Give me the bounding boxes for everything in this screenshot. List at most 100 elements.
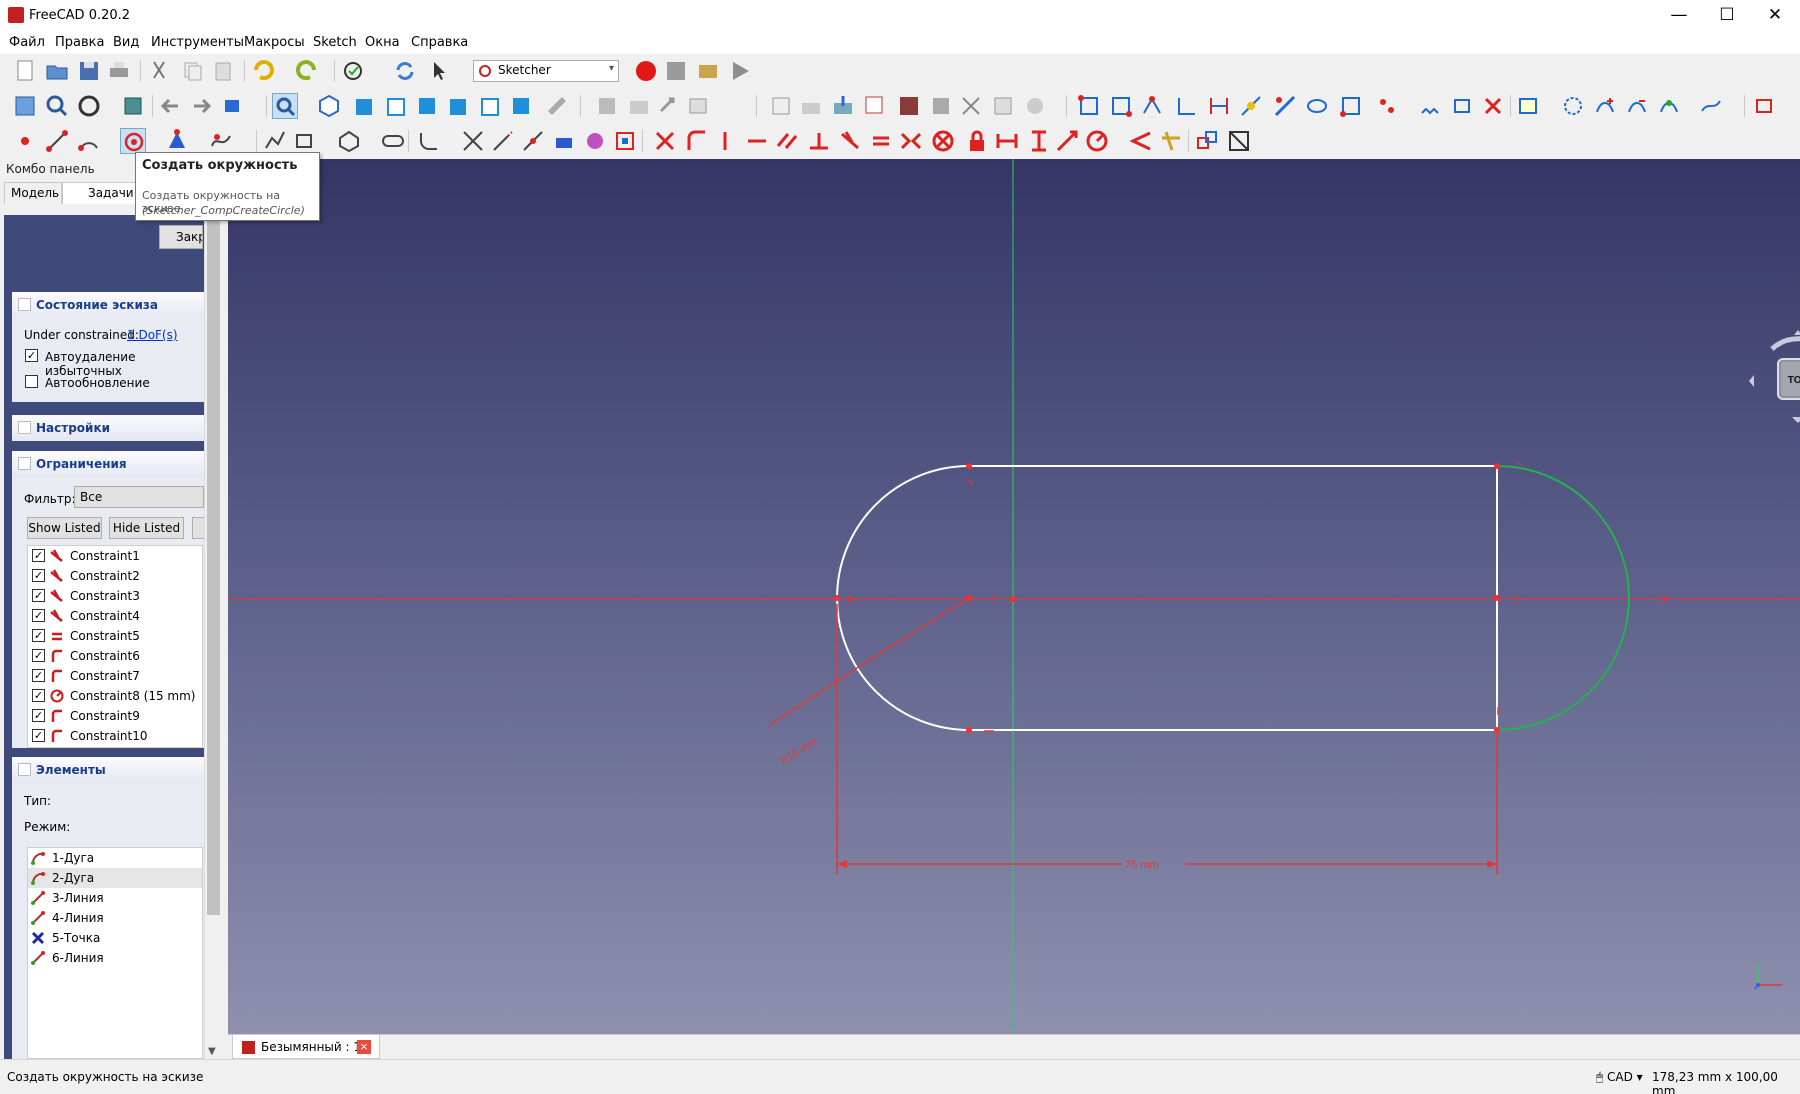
- create-conic-icon[interactable]: [164, 128, 190, 154]
- mirror-sketch-icon[interactable]: [990, 93, 1016, 119]
- menu-help[interactable]: Справка: [411, 35, 468, 50]
- auto-update-checkbox[interactable]: [25, 375, 38, 388]
- carbon-copy-icon[interactable]: [582, 128, 608, 154]
- sketch-stack-icon[interactable]: [1022, 93, 1048, 119]
- create-point-icon[interactable]: [12, 128, 38, 154]
- settings-header[interactable]: Настройки: [12, 415, 204, 441]
- fit-all-icon[interactable]: [12, 93, 38, 119]
- vertical-constraint-icon[interactable]: [712, 128, 738, 154]
- create-polyline-icon[interactable]: [262, 128, 288, 154]
- sketch-new-icon[interactable]: [768, 93, 794, 119]
- delete-all-constraints-icon[interactable]: [1480, 93, 1506, 119]
- join-curves-icon[interactable]: [1698, 93, 1724, 119]
- constraint-item[interactable]: ✓ Constraint3: [28, 586, 202, 606]
- redo-icon[interactable]: [294, 58, 320, 84]
- create-bspline-icon[interactable]: [208, 128, 234, 154]
- sketch-reorient-icon[interactable]: [896, 93, 922, 119]
- refresh-check-icon[interactable]: [340, 58, 366, 84]
- draw-style-icon[interactable]: [76, 93, 102, 119]
- split-edge-icon[interactable]: [520, 128, 546, 154]
- perpendicular-constraint-icon[interactable]: [806, 128, 832, 154]
- rectangular-array-icon[interactable]: [1418, 93, 1444, 119]
- decrease-degree-icon[interactable]: [1624, 93, 1650, 119]
- menu-tools[interactable]: Инструменты: [151, 35, 244, 50]
- select-vertical-icon[interactable]: [1140, 93, 1166, 119]
- increase-knot-icon[interactable]: [1656, 93, 1682, 119]
- virtual-space-icon[interactable]: [1752, 93, 1778, 119]
- back-icon[interactable]: [158, 93, 184, 119]
- element-item[interactable]: 6-Линия: [28, 948, 202, 968]
- sketch-state-header[interactable]: Состояние эскиза: [12, 292, 204, 318]
- constraint-item[interactable]: ✓ Constraint9: [28, 706, 202, 726]
- close-tab-icon[interactable]: ×: [357, 1040, 371, 1054]
- toggle-active-icon[interactable]: [1226, 128, 1252, 154]
- elements-header[interactable]: Элементы: [12, 757, 204, 783]
- close-window-button[interactable]: ✕: [1755, 4, 1795, 28]
- trim-edge-icon[interactable]: [460, 128, 486, 154]
- filter-select[interactable]: Все: [74, 486, 204, 508]
- print-icon[interactable]: [106, 58, 132, 84]
- show-listed-button[interactable]: Show Listed: [27, 517, 102, 539]
- group-icon[interactable]: [626, 93, 652, 119]
- parallel-constraint-icon[interactable]: [774, 128, 800, 154]
- navigation-cube[interactable]: TOP: [1748, 327, 1800, 437]
- symmetric-constraint-icon[interactable]: [898, 128, 924, 154]
- sketch-map-icon[interactable]: [862, 93, 888, 119]
- paste-icon[interactable]: [210, 58, 236, 84]
- create-rectangle-icon[interactable]: [292, 128, 318, 154]
- open-folder-icon[interactable]: [44, 58, 70, 84]
- constraint-checkbox[interactable]: ✓: [32, 629, 45, 642]
- bounding-box-icon[interactable]: [120, 93, 146, 119]
- arrow-up-icon[interactable]: [1794, 330, 1800, 335]
- menu-view[interactable]: Вид: [113, 35, 139, 50]
- menu-file[interactable]: Файл: [9, 35, 45, 50]
- constraint-checkbox[interactable]: ✓: [32, 709, 45, 722]
- create-circle-icon[interactable]: [120, 128, 146, 154]
- radius-constraint-icon[interactable]: [1084, 128, 1110, 154]
- point-on-object-icon[interactable]: [684, 128, 710, 154]
- horizontal-distance-icon[interactable]: [994, 128, 1020, 154]
- create-polygon-icon[interactable]: [336, 128, 362, 154]
- constraint-checkbox[interactable]: ✓: [32, 649, 45, 662]
- copy-icon[interactable]: [180, 58, 206, 84]
- constraint-checkbox[interactable]: ✓: [32, 549, 45, 562]
- select-redundant-icon[interactable]: [1206, 93, 1232, 119]
- arrow-down-icon[interactable]: [1792, 417, 1800, 423]
- convert-bspline-icon[interactable]: [1560, 93, 1586, 119]
- bottom-view-icon[interactable]: [478, 93, 504, 119]
- sketch-canvas[interactable]: R15 mm 75 mm: [228, 159, 1800, 1034]
- right-view-icon[interactable]: [414, 93, 440, 119]
- remove-axes-alignment-icon[interactable]: [1450, 93, 1476, 119]
- extend-edge-icon[interactable]: [490, 128, 516, 154]
- constraint-checkbox[interactable]: ✓: [32, 689, 45, 702]
- constraint-checkbox[interactable]: ✓: [32, 729, 45, 742]
- whats-this-icon[interactable]: [428, 58, 454, 84]
- maximize-button[interactable]: ☐: [1707, 4, 1747, 28]
- minimize-button[interactable]: —: [1659, 4, 1699, 28]
- sketch-leave-icon[interactable]: [798, 93, 824, 119]
- macro-record-icon[interactable]: [633, 58, 659, 84]
- constraint-item[interactable]: ✓ Constraint7: [28, 666, 202, 686]
- hide-listed-button[interactable]: Hide Listed: [109, 517, 184, 539]
- element-item[interactable]: 4-Линия: [28, 908, 202, 928]
- recompute-icon[interactable]: [392, 58, 418, 84]
- create-fillet-icon[interactable]: [416, 128, 442, 154]
- sketch-vertices[interactable]: [834, 463, 1500, 733]
- constraint-checkbox[interactable]: ✓: [32, 669, 45, 682]
- front-view-icon[interactable]: [352, 93, 378, 119]
- distance-constraint-icon[interactable]: [1054, 128, 1080, 154]
- select-horizontal-icon[interactable]: [1174, 93, 1200, 119]
- macro-execute-icon[interactable]: [727, 58, 753, 84]
- rear-view-icon[interactable]: [446, 93, 472, 119]
- scrollbar-thumb[interactable]: [207, 215, 220, 915]
- constraint-item[interactable]: ✓ Constraint1: [28, 546, 202, 566]
- increase-degree-icon[interactable]: [1592, 93, 1618, 119]
- constraint-item[interactable]: ✓ Constraint10: [28, 726, 202, 746]
- toggle-driving-icon[interactable]: [1194, 128, 1220, 154]
- part-icon[interactable]: [594, 93, 620, 119]
- scroll-down-icon[interactable]: ▼: [208, 1046, 216, 1057]
- auto-remove-checkbox[interactable]: ✓: [25, 349, 38, 362]
- block-constraint-icon[interactable]: [930, 128, 956, 154]
- isometric-view-icon[interactable]: [316, 93, 342, 119]
- external-geometry-icon[interactable]: [552, 128, 578, 154]
